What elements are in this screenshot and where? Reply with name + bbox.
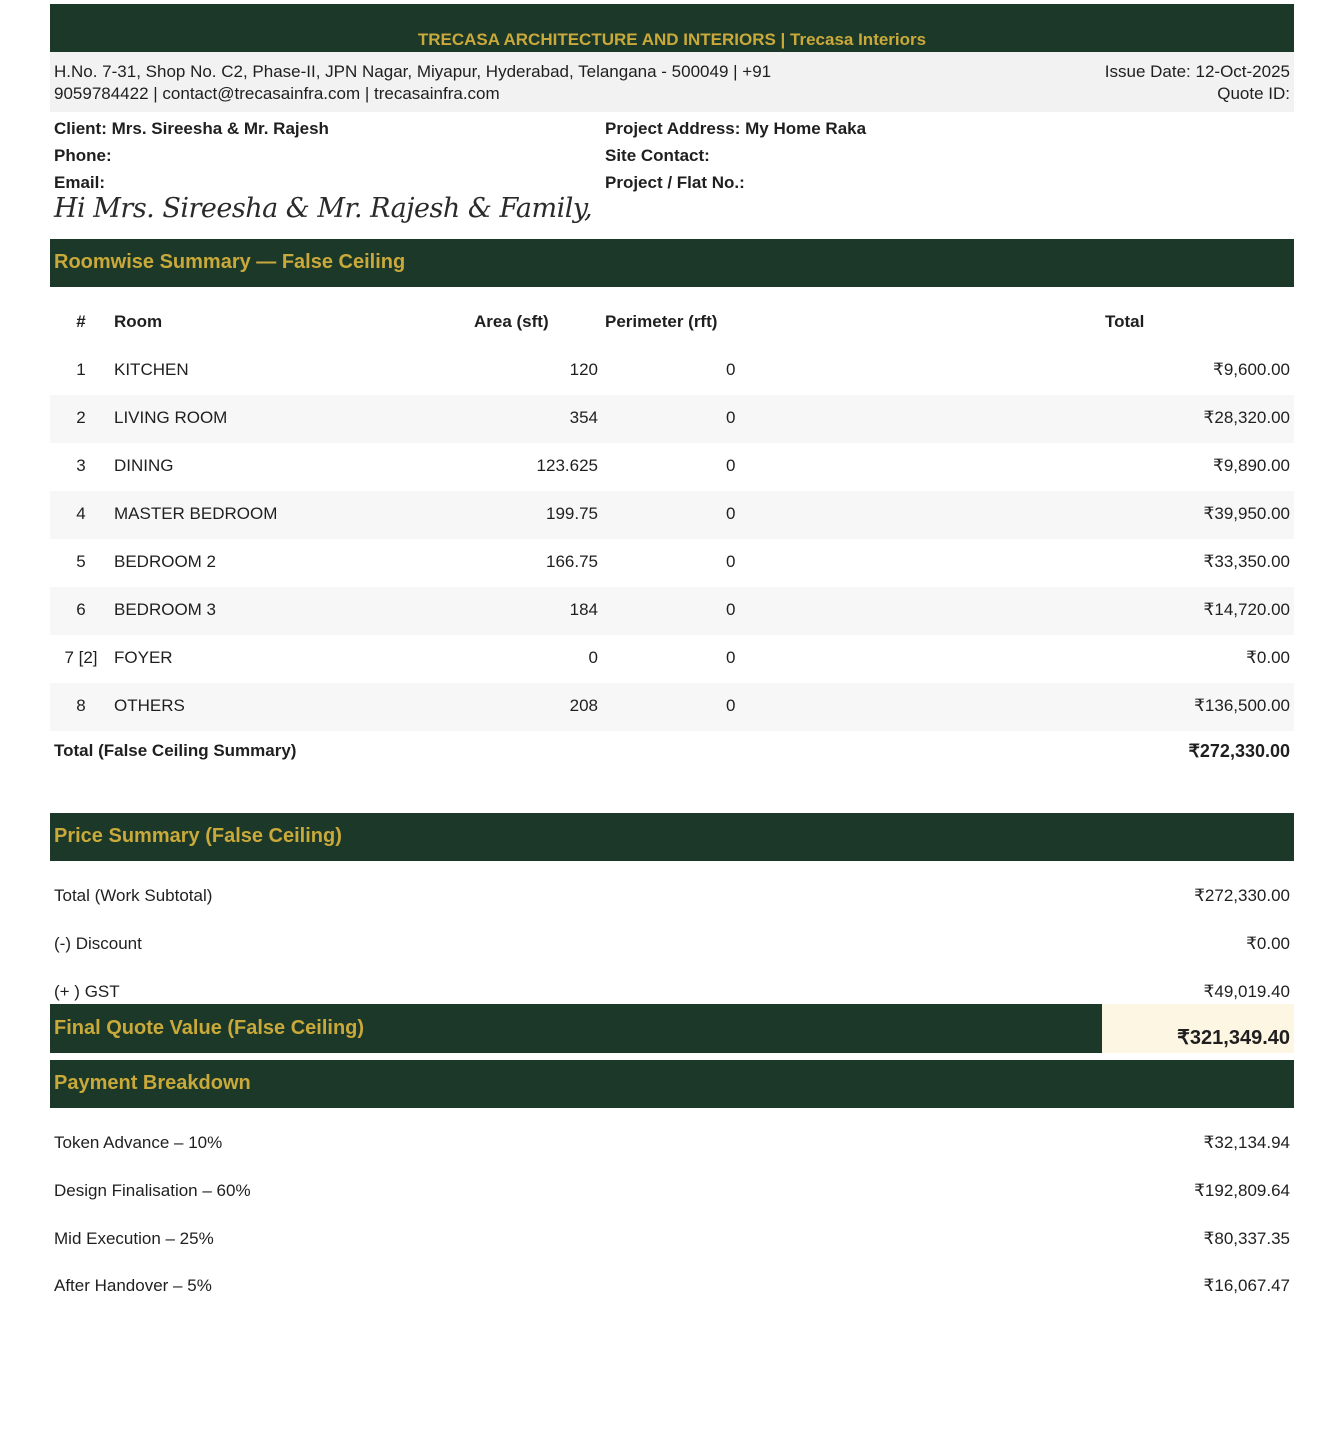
roomwise-title: Roomwise Summary — False Ceiling <box>54 251 406 273</box>
flat-number: Project / Flat No.: <box>605 173 745 192</box>
quote-meta: Issue Date: 12-Oct-2025 Quote ID: <box>1105 61 1290 105</box>
final-quote-row: Final Quote Value (False Ceiling) ₹321,3… <box>50 1004 1294 1053</box>
payment-item-label: Token Advance – 10% <box>54 1133 223 1152</box>
row-area: 208 <box>569 696 598 715</box>
payment-item-value: ₹16,067.47 <box>1203 1276 1290 1295</box>
row-perimeter: 0 <box>726 600 736 619</box>
row-perimeter: 0 <box>726 408 736 427</box>
table-row: 5 BEDROOM 2 166.75 0 ₹33,350.00 <box>50 539 1294 587</box>
row-total: ₹9,890.00 <box>1213 456 1290 475</box>
client-name: Client: Mrs. Sireesha & Mr. Rajesh <box>54 119 329 138</box>
row-perimeter: 0 <box>726 456 736 475</box>
client-phone: Phone: <box>54 146 112 165</box>
roomwise-total-label: Total (False Ceiling Summary) <box>54 741 297 760</box>
payment-breakdown-header: Payment Breakdown <box>50 1060 1294 1108</box>
row-room: BEDROOM 3 <box>114 600 217 619</box>
row-total: ₹0.00 <box>1246 648 1290 667</box>
row-num: 5 <box>76 552 86 571</box>
row-room: DINING <box>114 456 174 475</box>
roomwise-total-value: ₹272,330.00 <box>1188 741 1290 761</box>
table-row: 1 KITCHEN 120 0 ₹9,600.00 <box>50 347 1294 395</box>
row-room: OTHERS <box>114 696 185 715</box>
col-header-area: Area (sft) <box>474 312 549 331</box>
row-area: 0 <box>588 648 598 667</box>
row-total: ₹9,600.00 <box>1213 360 1290 379</box>
row-room: KITCHEN <box>114 360 189 379</box>
price-summary-title: Price Summary (False Ceiling) <box>54 825 342 847</box>
payment-item-value: ₹192,809.64 <box>1194 1181 1290 1200</box>
discount-label: (-) Discount <box>54 934 142 953</box>
discount-value: ₹0.00 <box>1246 934 1290 953</box>
site-contact: Site Contact: <box>605 146 710 165</box>
table-row: 2 LIVING ROOM 354 0 ₹28,320.00 <box>50 395 1294 443</box>
table-row: 6 BEDROOM 3 184 0 ₹14,720.00 <box>50 587 1294 635</box>
subtotal-label: Total (Work Subtotal) <box>54 886 213 905</box>
row-room: BEDROOM 2 <box>114 552 217 571</box>
row-room: FOYER <box>114 648 173 667</box>
final-quote-label-cell: Final Quote Value (False Ceiling) <box>50 1004 1102 1053</box>
row-total: ₹33,350.00 <box>1203 552 1290 571</box>
table-row: 4 MASTER BEDROOM 199.75 0 ₹39,950.00 <box>50 491 1294 539</box>
col-header-perimeter: Perimeter (rft) <box>605 312 718 331</box>
company-name: TRECASA ARCHITECTURE AND INTERIORS | Tre… <box>417 30 927 49</box>
project-details: Project Address: My Home Raka Site Conta… <box>605 115 866 196</box>
issue-date: Issue Date: 12-Oct-2025 <box>1104 62 1290 81</box>
payment-item-label: After Handover – 5% <box>54 1276 212 1295</box>
row-total: ₹136,500.00 <box>1194 696 1290 715</box>
table-row: 7 [2] FOYER 0 0 ₹0.00 <box>50 635 1294 683</box>
price-summary-header: Price Summary (False Ceiling) <box>50 813 1294 861</box>
col-header-num: # <box>76 312 86 331</box>
quote-id: Quote ID: <box>1217 84 1290 103</box>
payment-item-label: Mid Execution – 25% <box>54 1229 214 1248</box>
row-num: 3 <box>76 456 86 475</box>
row-area: 120 <box>569 360 598 379</box>
roomwise-section-header: Roomwise Summary — False Ceiling <box>50 239 1294 287</box>
row-num: 6 <box>76 600 86 619</box>
address-line-1: H.No. 7-31, Shop No. C2, Phase-II, JPN N… <box>54 62 772 81</box>
greeting: Hi Mrs. Sireesha & Mr. Rajesh & Family, <box>54 193 593 224</box>
contact-bar: H.No. 7-31, Shop No. C2, Phase-II, JPN N… <box>50 52 1294 112</box>
row-perimeter: 0 <box>726 696 736 715</box>
table-row: 8 OTHERS 208 0 ₹136,500.00 <box>50 683 1294 731</box>
gst-label: (+ ) GST <box>54 982 120 1001</box>
company-address: H.No. 7-31, Shop No. C2, Phase-II, JPN N… <box>54 61 854 105</box>
payment-breakdown-title: Payment Breakdown <box>54 1072 251 1094</box>
client-details: Client: Mrs. Sireesha & Mr. Rajesh Phone… <box>54 115 329 196</box>
row-area: 123.625 <box>536 456 598 475</box>
row-perimeter: 0 <box>726 552 736 571</box>
row-num: 1 <box>76 360 86 379</box>
row-area: 199.75 <box>546 504 598 523</box>
row-total: ₹28,320.00 <box>1203 408 1290 427</box>
table-row: 3 DINING 123.625 0 ₹9,890.00 <box>50 443 1294 491</box>
payment-item-value: ₹32,134.94 <box>1203 1133 1290 1152</box>
payment-item-label: Design Finalisation – 60% <box>54 1181 251 1200</box>
row-num: 4 <box>76 504 86 523</box>
row-num: 2 <box>76 408 86 427</box>
final-quote-value-cell: ₹321,349.40 <box>1102 1004 1294 1053</box>
row-room: LIVING ROOM <box>114 408 228 427</box>
row-room: MASTER BEDROOM <box>114 504 278 523</box>
row-perimeter: 0 <box>726 504 736 523</box>
row-perimeter: 0 <box>726 360 736 379</box>
row-area: 184 <box>569 600 598 619</box>
project-address: Project Address: My Home Raka <box>605 119 867 138</box>
client-email: Email: <box>54 173 106 192</box>
row-num: 8 <box>76 696 86 715</box>
row-total: ₹14,720.00 <box>1203 600 1290 619</box>
address-line-2: 9059784422 | contact@trecasainfra.com | … <box>54 84 500 103</box>
col-header-total: Total <box>1105 312 1145 331</box>
final-quote-label: Final Quote Value (False Ceiling) <box>54 1017 365 1039</box>
row-total: ₹39,950.00 <box>1203 504 1290 523</box>
final-quote-value: ₹321,349.40 <box>1177 1027 1290 1049</box>
payment-item-value: ₹80,337.35 <box>1203 1229 1290 1248</box>
row-num: 7 [2] <box>64 648 98 667</box>
gst-value: ₹49,019.40 <box>1203 982 1290 1001</box>
subtotal-value: ₹272,330.00 <box>1194 886 1290 905</box>
row-area: 354 <box>569 408 598 427</box>
col-header-room: Room <box>114 312 163 331</box>
row-perimeter: 0 <box>726 648 736 667</box>
company-banner: TRECASA ARCHITECTURE AND INTERIORS | Tre… <box>50 4 1294 52</box>
row-area: 166.75 <box>546 552 598 571</box>
